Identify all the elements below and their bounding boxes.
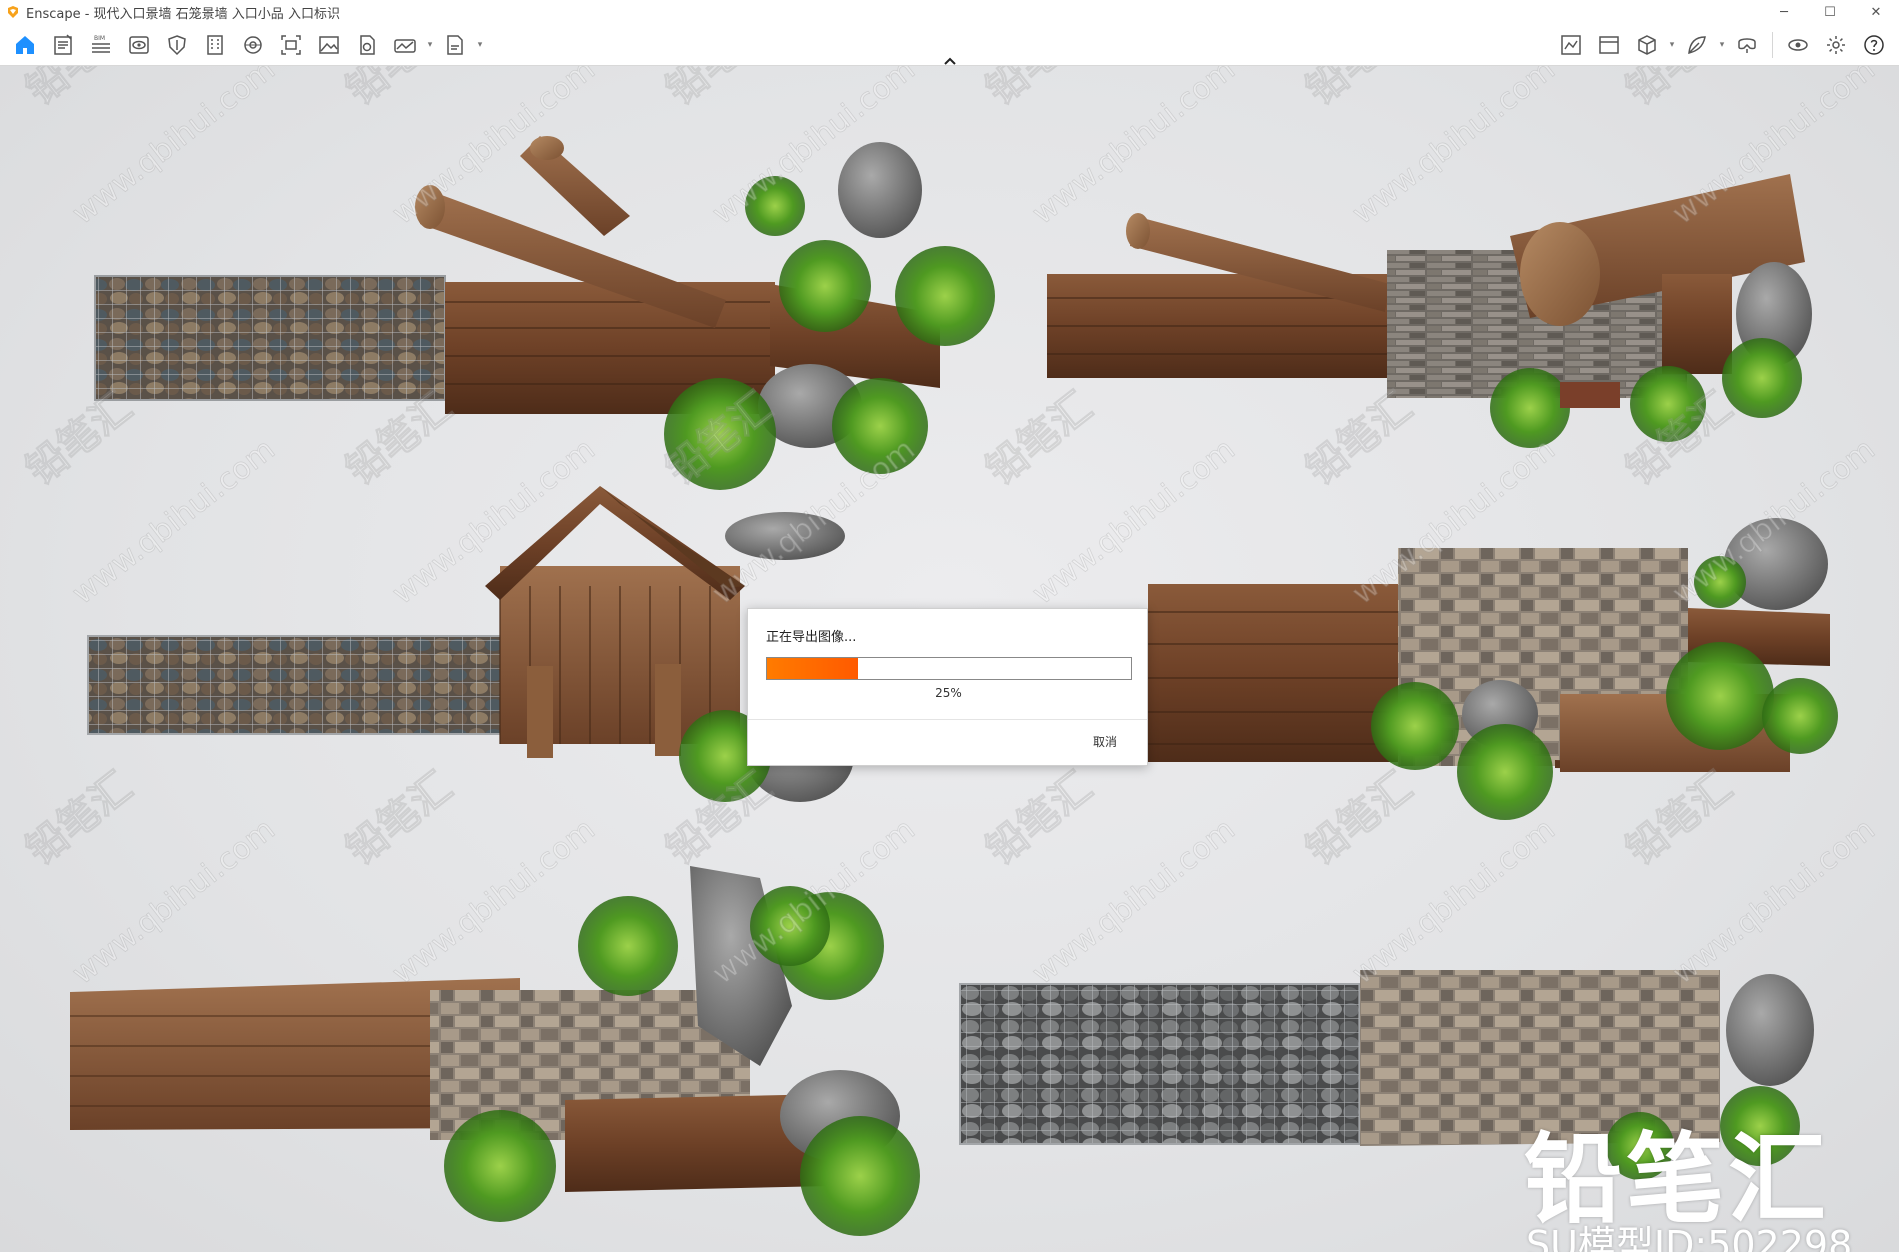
watermark-tile: 铅笔汇www.qbihui.com [17,66,282,232]
toolbar-right-group: ▾ ▾ [1552,24,1893,66]
watermark-url-text: www.qbihui.com [1666,812,1882,992]
panorama-button[interactable] [386,29,424,61]
watermark-tile: 铅笔汇www.qbihui.com [977,66,1242,232]
image-icon [319,36,339,54]
watermark-url-text: www.qbihui.com [386,812,602,992]
screenshot-button[interactable] [272,29,310,61]
watermark-brand-text: 铅笔汇 [658,66,781,114]
sphere-icon [244,36,262,54]
render-viewport[interactable]: 铅笔汇www.qbihui.com铅笔汇www.qbihui.com铅笔汇www… [0,66,1899,1252]
watermark-url-text: www.qbihui.com [1346,812,1562,992]
watermark-brand-text: 铅笔汇 [978,384,1101,494]
help-button[interactable] [1855,29,1893,61]
watermark-brand-text: 铅笔汇 [978,66,1101,114]
shield-icon [168,35,186,56]
watermark-brand-text: 铅笔汇 [978,764,1101,874]
watermark-tile: 铅笔汇www.qbihui.com [1297,66,1562,232]
cube-dropdown-chevron-icon[interactable]: ▾ [1666,29,1678,61]
watermark-url-text: www.qbihui.com [1346,66,1562,231]
main-toolbar: BIM ▾ ▾ ▾ ▾ [0,24,1899,66]
settings-gear-icon [1827,36,1845,54]
toolbar-left-group: BIM ▾ ▾ [6,24,486,66]
model-id-watermark: SU模型ID:502298 [1526,1223,1853,1252]
export-progress-fill [767,658,858,679]
cube-button[interactable] [1628,29,1666,61]
watermark-url-text: www.qbihui.com [1026,812,1242,992]
sphere-button[interactable] [234,29,272,61]
export-progress-bar [766,657,1132,680]
asset-library-button[interactable] [1552,29,1590,61]
enscape-window: Enscape - 现代入口景墙 石笼景墙 入口小品 入口标识 ─ ☐ ✕ BI… [0,0,1899,1252]
title-bar: Enscape - 现代入口景墙 石笼景墙 入口小品 入口标识 ─ ☐ ✕ [0,0,1899,24]
export-progress-percent: 25% [935,686,962,700]
view-settings-icon [1788,39,1808,51]
watermark-brand-text: 铅笔汇 [338,764,461,874]
watermark-brand-text: 铅笔汇 [18,66,141,114]
vr-headset-icon [1738,38,1756,53]
toolbar-divider [1772,32,1773,58]
enscape-logo-icon [8,6,18,18]
home-icon [16,36,34,54]
watermark-url-text: www.qbihui.com [386,66,602,231]
bim-icon: BIM [92,35,110,53]
refresh-export-icon [360,35,375,55]
bim-button[interactable]: BIM [82,29,120,61]
watermark-tile: 铅笔汇www.qbihui.com [337,763,602,992]
watermark-tile: 铅笔汇www.qbihui.com [17,763,282,992]
exe-dropdown-chevron-icon[interactable]: ▾ [474,29,486,61]
vr-headset-button[interactable] [1728,29,1766,61]
watermark-url-text: www.qbihui.com [66,66,282,231]
minimize-button[interactable]: ─ [1761,0,1807,24]
document-icon [54,34,72,55]
view-settings-button[interactable] [1779,29,1817,61]
panorama-dropdown-chevron-icon[interactable]: ▾ [424,29,436,61]
watermark-brand-text: 铅笔汇 [18,764,141,874]
settings-button[interactable] [1817,29,1855,61]
feather-dropdown-chevron-icon[interactable]: ▾ [1716,29,1728,61]
maximize-button[interactable]: ☐ [1807,0,1853,24]
watermark-brand-text: 铅笔汇 [1618,66,1741,114]
asset-library-icon [1561,35,1581,55]
exe-export-icon [447,35,463,55]
watermark-brand-text: 铅笔汇 [1298,764,1421,874]
close-button[interactable]: ✕ [1853,0,1899,24]
export-progress-dialog: 正在导出图像... 25% 取消 [747,608,1148,766]
watermark-url-text: www.qbihui.com [66,812,282,992]
screenshot-icon [281,35,301,55]
refresh-export-button[interactable] [348,29,386,61]
watermark-brand-text: 铅笔汇 [1618,764,1741,874]
dialog-divider [748,719,1147,720]
watermark-brand-text: 铅笔汇 [18,384,141,494]
panorama-icon [394,39,416,53]
building-button[interactable] [196,29,234,61]
image-frame-button[interactable] [1590,29,1628,61]
svg-text:BIM: BIM [94,35,105,42]
cancel-button[interactable]: 取消 [1093,733,1117,750]
home-button[interactable] [6,29,44,61]
tiled-watermark: 铅笔汇www.qbihui.com铅笔汇www.qbihui.com铅笔汇www… [17,66,1882,992]
feather-icon [1688,36,1706,54]
model-gabion-log-wall [94,136,995,490]
window-controls: ─ ☐ ✕ [1761,0,1899,24]
image-frame-icon [1599,36,1619,54]
help-icon [1864,35,1884,55]
watermark-brand-text: 铅笔汇 [338,66,461,114]
cube-icon [1638,35,1656,55]
watermark-url-text: www.qbihui.com [1026,66,1242,231]
feather-button[interactable] [1678,29,1716,61]
dialog-title: 正在导出图像... [766,630,857,645]
eye-view-icon [129,36,149,54]
shield-button[interactable] [158,29,196,61]
eye-view-button[interactable] [120,29,158,61]
image-button[interactable] [310,29,348,61]
document-button[interactable] [44,29,82,61]
watermark-brand-text: 铅笔汇 [1298,384,1421,494]
watermark-url-text: www.qbihui.com [66,432,282,612]
building-icon [207,35,223,55]
window-title: Enscape - 现代入口景墙 石笼景墙 入口小品 入口标识 [26,6,340,22]
watermark-brand-text: 铅笔汇 [1298,66,1421,114]
exe-export-button[interactable] [436,29,474,61]
